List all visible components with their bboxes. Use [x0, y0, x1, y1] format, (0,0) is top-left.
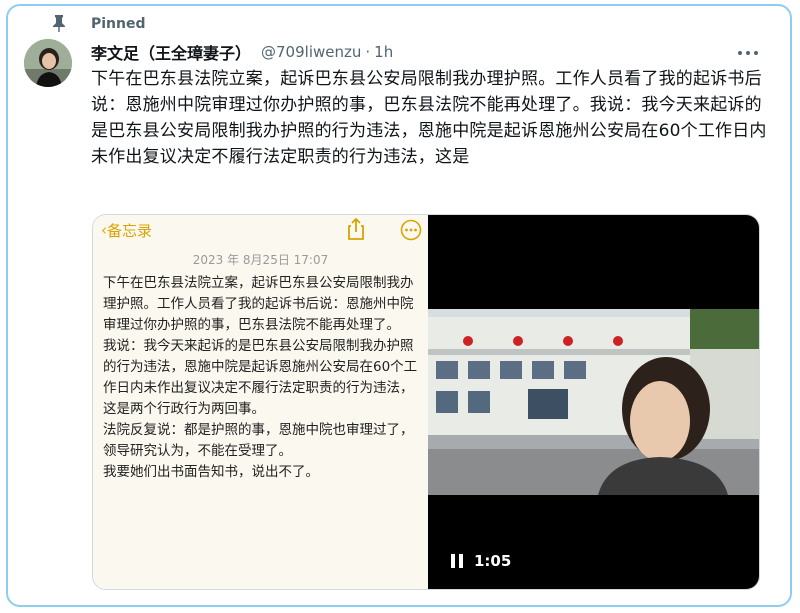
note-body: 下午在巴东县法院立案，起诉巴东县公安局限制我办理护照。工作人员看了我的起诉书后说…	[103, 273, 421, 483]
notes-screenshot-image[interactable]: ‹ 备忘录 2023 年 8月25日 17:07 下午在巴东县法院立案，起诉巴东…	[93, 215, 428, 589]
video-controls: 1:05	[450, 549, 511, 573]
author-display-name[interactable]: 李文足（王全璋妻子）	[91, 40, 251, 64]
note-date: 2023 年 8月25日 17:07	[192, 253, 329, 267]
notes-app-title: 备忘录	[107, 222, 153, 240]
author-row: 李文足（王全璋妻子） @709liwenzu · 1h	[91, 41, 393, 63]
avatar[interactable]	[24, 39, 72, 87]
separator-dot: ·	[365, 43, 371, 61]
ellipsis-circle-icon	[400, 219, 422, 241]
note-paragraph: 下午在巴东县法院立案，起诉巴东县公安局限制我办理护照。工作人员看了我的起诉书后说…	[103, 275, 414, 333]
note-paragraph: 我要她们出书面告知书，说出不了。	[103, 464, 319, 480]
note-paragraph: 我说：我今天来起诉的是巴东县公安局限制我办护照的行为违法，恩施中院是起诉恩施州公…	[103, 338, 418, 417]
pin-icon	[53, 15, 65, 32]
tweet-text: 下午在巴东县法院立案，起诉巴东县公安局限制我办理护照。工作人员看了我的起诉书后说…	[91, 69, 767, 167]
avatar-image	[24, 39, 72, 87]
pinned-label: Pinned	[91, 16, 146, 32]
video-player[interactable]: 1:05	[428, 215, 759, 589]
video-timestamp: 1:05	[474, 552, 512, 570]
pause-icon[interactable]	[450, 553, 464, 569]
share-icon	[348, 217, 364, 240]
video-frame	[428, 309, 759, 495]
tweet-card[interactable]: Pinned 李文足（王全璋妻子） @709liwenzu · 1h 下午在巴东…	[6, 4, 792, 607]
author-handle[interactable]: @709liwenzu	[261, 43, 361, 61]
media-grid: ‹ 备忘录 2023 年 8月25日 17:07 下午在巴东县法院立案，起诉巴东…	[92, 214, 760, 590]
post-time[interactable]: 1h	[374, 43, 393, 61]
note-paragraph: 法院反复说：都是护照的事，恩施中院也审理过了，领导研究认为，不能在受理了。	[103, 422, 414, 459]
more-options-icon[interactable]	[735, 44, 761, 62]
